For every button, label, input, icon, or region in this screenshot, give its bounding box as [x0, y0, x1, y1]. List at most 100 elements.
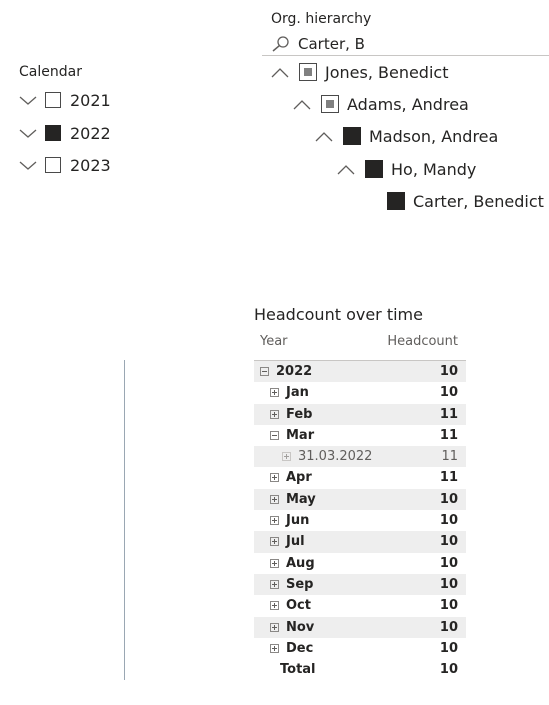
org-item-adams-andrea[interactable]: Adams, Andrea	[292, 91, 469, 117]
expand-icon[interactable]	[270, 579, 279, 589]
expand-icon[interactable]	[270, 409, 279, 419]
row-header: Feb	[270, 407, 312, 422]
total-label: Total	[280, 662, 316, 678]
chevron-up-icon[interactable]	[292, 97, 312, 111]
expand-icon[interactable]	[270, 643, 279, 653]
matrix-column-divider	[124, 360, 125, 680]
table-row: Aug 10	[254, 553, 466, 574]
calendar-item-2021[interactable]: 2021	[18, 88, 111, 112]
row-header: Sep	[270, 577, 314, 592]
row-label: Feb	[286, 406, 313, 422]
org-checkbox[interactable]	[365, 160, 383, 178]
chevron-down-icon[interactable]	[18, 158, 38, 172]
headcount-value: 10	[439, 534, 458, 550]
collapse-icon[interactable]	[260, 367, 269, 376]
expand-icon[interactable]	[270, 558, 279, 568]
row-label: Dec	[286, 640, 314, 656]
org-item-label: Madson, Andrea	[369, 126, 499, 146]
row-label: Sep	[286, 576, 314, 592]
headcount-value: 10	[439, 619, 458, 635]
headcount-value: 10	[439, 385, 458, 401]
expand-icon[interactable]	[270, 622, 279, 632]
headcount-value: 10	[439, 576, 458, 592]
row-label: Jul	[286, 534, 305, 550]
calendar-checkbox-2021[interactable]	[45, 92, 61, 108]
matrix-body: 2022 10 Jan 10 Feb 11 Mar 11 31.03.2022 11 Apr 11 Ma…	[254, 361, 466, 659]
org-checkbox[interactable]	[321, 95, 339, 113]
calendar-item-2023[interactable]: 2023	[18, 153, 111, 177]
calendar-item-label: 2022	[70, 123, 111, 143]
table-row: Jun 10	[254, 510, 466, 531]
table-row: 2022 10	[254, 361, 466, 383]
column-header-headcount[interactable]: Headcount	[387, 334, 458, 349]
headcount-value: 10	[439, 598, 458, 614]
headcount-value: 10	[439, 364, 458, 379]
calendar-item-label: 2023	[70, 155, 111, 175]
matrix-total-row: Total 10	[254, 659, 466, 680]
total-value: 10	[439, 662, 458, 678]
row-label: 2022	[276, 364, 313, 379]
headcount-value: 11	[439, 406, 458, 422]
calendar-item-2022[interactable]: 2022	[18, 121, 111, 145]
org-item-ho-mandy[interactable]: Ho, Mandy	[336, 156, 476, 182]
row-header: May	[270, 492, 316, 507]
expand-icon[interactable]	[270, 494, 279, 504]
org-item-madson-andrea[interactable]: Madson, Andrea	[314, 123, 498, 149]
row-label: Nov	[286, 619, 315, 635]
row-header: 31.03.2022	[282, 449, 372, 464]
row-header: Aug	[270, 556, 315, 571]
org-item-carter-benedict[interactable]: Carter, Benedict	[358, 188, 544, 214]
org-item-jones-benedict[interactable]: Jones, Benedict	[270, 59, 448, 85]
row-label: May	[286, 491, 316, 507]
org-item-label: Adams, Andrea	[347, 94, 469, 114]
org-item-label: Carter, Benedict	[413, 191, 544, 211]
org-search-box[interactable]: Carter, B	[262, 33, 549, 56]
column-header-year[interactable]: Year	[260, 334, 288, 349]
collapse-icon[interactable]	[270, 430, 279, 440]
org-checkbox[interactable]	[299, 63, 317, 81]
expand-icon[interactable]	[282, 452, 291, 462]
table-row: 31.03.2022 11	[254, 446, 466, 468]
row-header: Jul	[270, 534, 305, 549]
search-input[interactable]: Carter, B	[298, 35, 365, 53]
matrix-header: Year Headcount	[254, 330, 466, 361]
org-slicer-title: Org. hierarchy	[271, 11, 372, 27]
row-label: Oct	[286, 598, 311, 614]
headcount-value: 11	[439, 427, 458, 443]
table-row: Apr 11	[254, 467, 466, 488]
org-item-label: Jones, Benedict	[325, 62, 449, 82]
headcount-matrix: Year Headcount 2022 10 Jan 10 Feb 11 Mar 11 31.0…	[254, 330, 466, 680]
row-header: Jan	[270, 385, 309, 400]
expand-icon[interactable]	[270, 601, 279, 611]
row-header: Jun	[270, 513, 309, 528]
row-header: Mar	[270, 428, 314, 443]
chevron-up-icon[interactable]	[336, 162, 356, 176]
row-header: Apr	[270, 470, 312, 485]
org-checkbox[interactable]	[343, 127, 361, 145]
row-header: Oct	[270, 598, 311, 613]
table-row: Nov 10	[254, 616, 466, 638]
chevron-down-icon[interactable]	[18, 93, 38, 107]
matrix-title: Headcount over time	[254, 305, 423, 324]
expand-icon[interactable]	[270, 516, 279, 526]
calendar-checkbox-2022[interactable]	[45, 125, 61, 141]
table-row: May 10	[254, 488, 466, 511]
org-checkbox[interactable]	[387, 192, 405, 210]
expand-icon[interactable]	[270, 537, 279, 547]
table-row: Jan 10	[254, 382, 466, 403]
table-row: Jul 10	[254, 531, 466, 553]
calendar-slicer-title: Calendar	[19, 64, 82, 80]
row-label: Jan	[286, 385, 309, 401]
chevron-down-icon[interactable]	[18, 126, 38, 140]
expand-icon[interactable]	[270, 388, 279, 398]
table-row: Feb 11	[254, 403, 466, 425]
calendar-checkbox-2023[interactable]	[45, 157, 61, 173]
row-header: 2022	[260, 364, 312, 379]
row-label: Aug	[286, 555, 315, 571]
calendar-item-label: 2021	[70, 90, 111, 110]
chevron-up-icon[interactable]	[270, 65, 290, 79]
expand-icon[interactable]	[270, 473, 279, 483]
chevron-up-icon[interactable]	[314, 129, 334, 143]
row-label: 31.03.2022	[298, 449, 373, 465]
table-row: Mar 11	[254, 425, 466, 446]
